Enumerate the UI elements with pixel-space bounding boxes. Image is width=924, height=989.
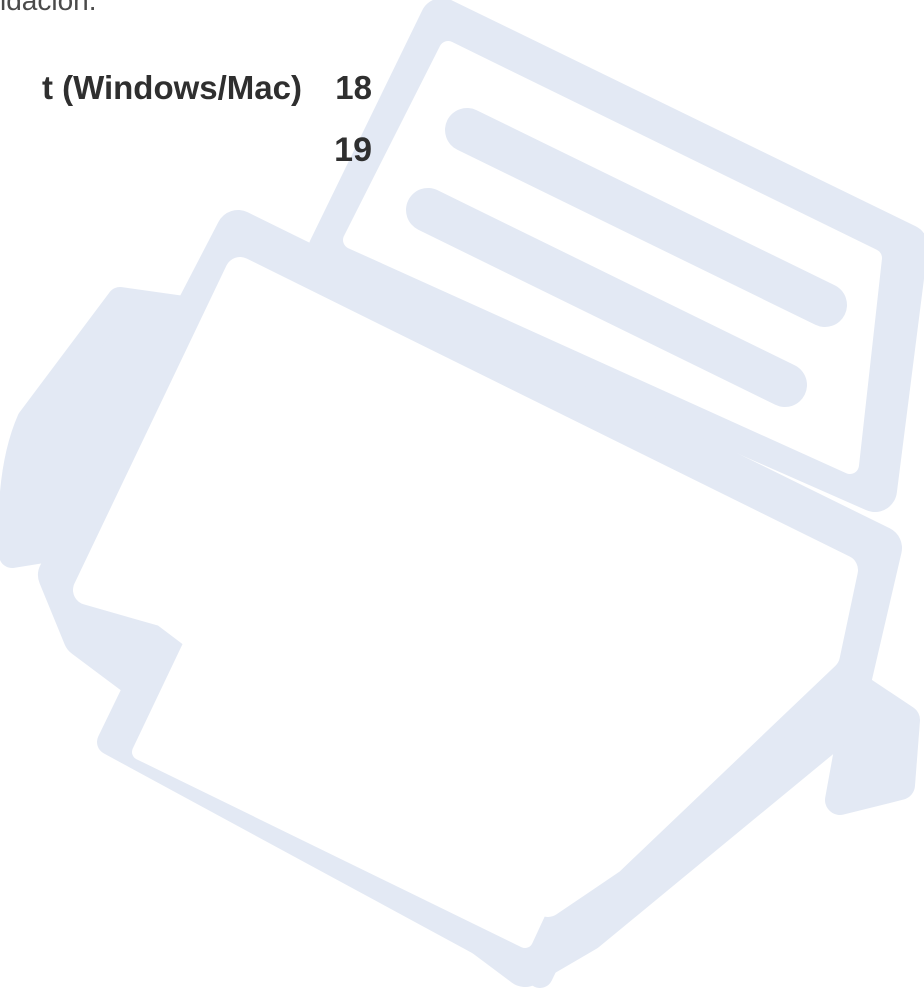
intro-text: idacion. <box>0 0 97 16</box>
toc-entry-title: t (Windows/Mac) <box>41 69 302 106</box>
toc-entry[interactable]: t (Windows/Mac) 18 <box>0 68 372 108</box>
toc-page-number: 18 <box>335 69 372 106</box>
toc-entry[interactable]: 19 <box>0 130 372 170</box>
document-page: idacion. t (Windows/Mac) 18 19 <box>0 0 924 989</box>
toc-page-number: 19 <box>334 131 372 169</box>
